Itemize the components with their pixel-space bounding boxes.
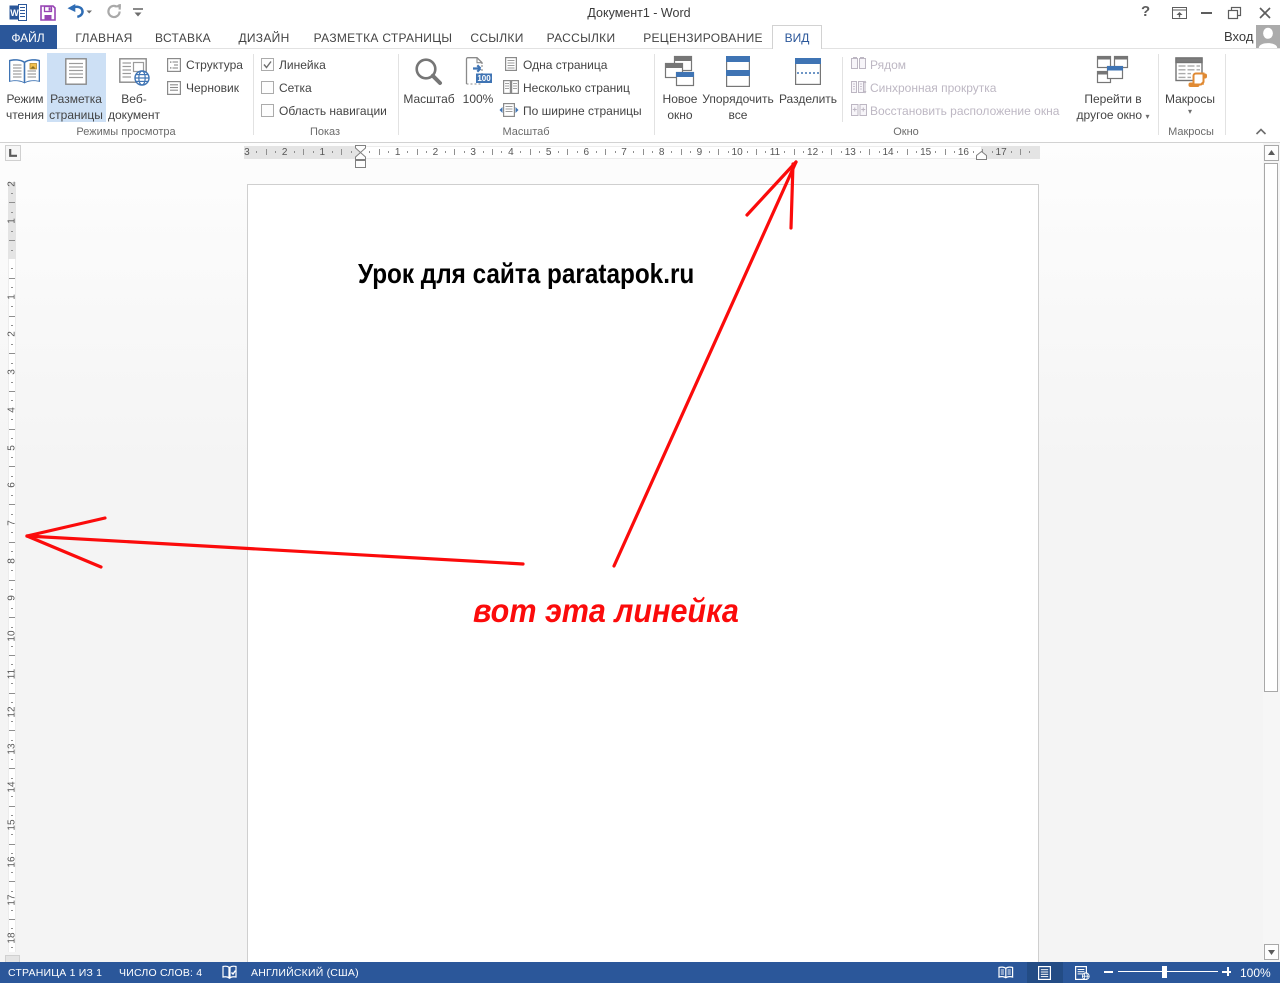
svg-text:W: W xyxy=(10,8,19,18)
svg-text:100: 100 xyxy=(477,74,491,83)
